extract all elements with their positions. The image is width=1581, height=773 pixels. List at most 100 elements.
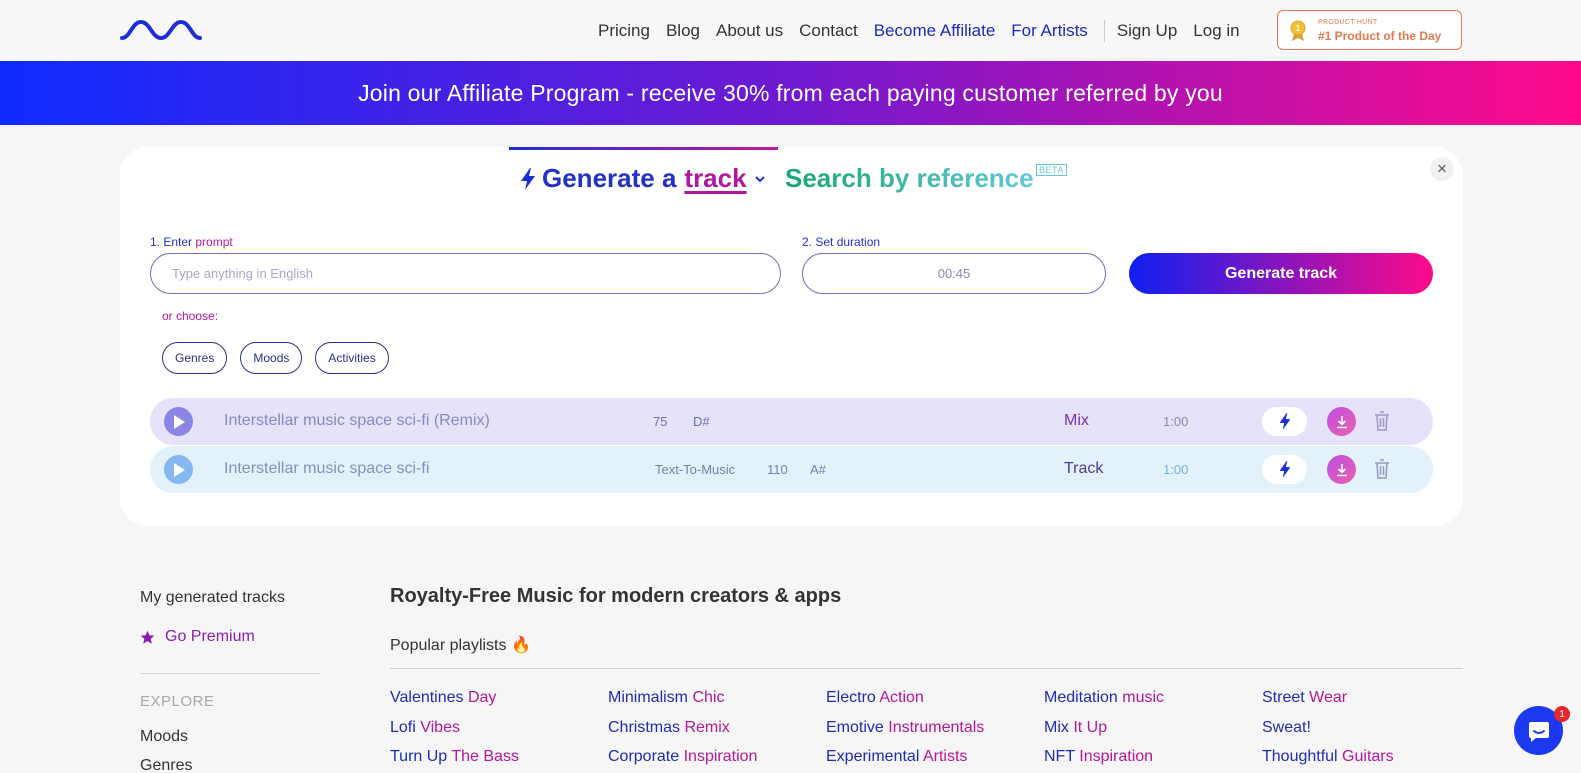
playlist-link[interactable]: Minimalism Chic: [608, 689, 724, 707]
product-hunt-badge[interactable]: 1 PRODUCT HUNT #1 Product of the Day: [1277, 10, 1462, 50]
category-chips: Genres Moods Activities: [162, 342, 402, 374]
playlist-link-primary: Valentines: [390, 689, 464, 706]
go-premium-link[interactable]: Go Premium: [140, 628, 255, 646]
trash-icon[interactable]: [1372, 410, 1392, 432]
playlist-link[interactable]: Christmas Remix: [608, 719, 730, 737]
download-icon: [1336, 415, 1347, 428]
playlist-link-primary: Mix: [1044, 719, 1069, 736]
prompt-label-step: 1. Enter: [150, 235, 193, 249]
playlist-link[interactable]: Sweat!: [1262, 719, 1311, 737]
playlist-link-secondary: Vibes: [415, 719, 460, 736]
track-title: Interstellar music space sci-fi (Remix): [224, 412, 490, 429]
affiliate-banner[interactable]: Join our Affiliate Program - receive 30%…: [0, 61, 1581, 125]
product-hunt-label: PRODUCT HUNT: [1318, 19, 1378, 26]
remix-button[interactable]: [1262, 407, 1307, 436]
nav-for-artists[interactable]: For Artists: [1011, 21, 1088, 41]
playlist-link-primary: Meditation: [1044, 689, 1118, 706]
nav-become-affiliate[interactable]: Become Affiliate: [874, 21, 996, 41]
wave-logo-icon[interactable]: [120, 18, 202, 42]
playlist-link-secondary: Inspiration: [1074, 748, 1154, 765]
active-tab-indicator: [509, 147, 778, 150]
playlist-link-secondary: Day: [463, 689, 497, 706]
sidebar-item-moods[interactable]: Moods: [140, 728, 188, 746]
lightning-icon: [1279, 412, 1290, 431]
chat-notification-badge: 1: [1554, 706, 1570, 722]
lightning-icon: [1279, 460, 1290, 479]
play-icon: [173, 462, 185, 477]
play-icon: [173, 414, 185, 429]
playlist-link-secondary: Inspiration: [679, 748, 758, 765]
prompt-label: 1. Enter prompt: [150, 235, 233, 249]
playlist-link[interactable]: Street Wear: [1262, 689, 1347, 707]
chip-moods[interactable]: Moods: [240, 342, 303, 374]
affiliate-banner-text: Join our Affiliate Program - receive 30%…: [358, 79, 1223, 106]
nav-contact[interactable]: Contact: [799, 21, 858, 41]
playlist-link[interactable]: Meditation music: [1044, 689, 1164, 707]
chip-genres[interactable]: Genres: [162, 342, 228, 374]
download-button[interactable]: [1327, 407, 1356, 436]
playlist-link-primary: Christmas: [608, 719, 681, 736]
close-icon[interactable]: ×: [1430, 157, 1454, 181]
my-generated-tracks-link[interactable]: My generated tracks: [140, 589, 285, 607]
playlist-link[interactable]: Mix It Up: [1044, 719, 1107, 737]
playlist-link-primary: Electro: [826, 689, 876, 706]
go-premium-label: Go Premium: [165, 628, 255, 645]
playlist-link-primary: Thoughtful: [1262, 748, 1338, 765]
duration-input[interactable]: 00:45: [802, 253, 1106, 294]
chip-activities[interactable]: Activities: [315, 342, 389, 374]
play-button[interactable]: [164, 407, 193, 436]
playlist-link[interactable]: NFT Inspiration: [1044, 748, 1153, 766]
track-duration: 1:00: [1163, 414, 1189, 429]
track-source: Text-To-Music: [655, 462, 736, 477]
playlist-link[interactable]: Emotive Instrumentals: [826, 719, 984, 737]
tab-generate-type-selector[interactable]: track: [684, 163, 746, 194]
beta-badge: BETA: [1036, 164, 1067, 176]
playlist-link[interactable]: Electro Action: [826, 689, 924, 707]
download-icon: [1336, 463, 1347, 476]
explore-heading: EXPLORE: [140, 693, 215, 710]
tab-generate-track[interactable]: Generate a track: [519, 163, 766, 194]
playlist-link-primary: Emotive: [826, 719, 884, 736]
sidebar-item-genres[interactable]: Genres: [140, 757, 192, 773]
star-icon: [140, 630, 155, 644]
playlist-link-secondary: Artists: [919, 748, 968, 765]
playlist-link[interactable]: Corporate Inspiration: [608, 748, 757, 766]
playlist-link-primary: Street: [1262, 689, 1305, 706]
sidebar-divider: [140, 673, 320, 674]
trash-icon[interactable]: [1372, 458, 1392, 480]
generate-track-button[interactable]: Generate track: [1129, 253, 1433, 294]
nav-divider: [1103, 20, 1105, 42]
playlist-link-primary: Minimalism: [608, 689, 688, 706]
track-bpm: 75: [653, 414, 668, 429]
download-button[interactable]: [1327, 455, 1356, 484]
log-in-link[interactable]: Log in: [1193, 21, 1239, 41]
playlist-link[interactable]: Experimental Artists: [826, 748, 967, 766]
medal-icon: 1: [1290, 20, 1306, 41]
playlist-link[interactable]: Valentines Day: [390, 689, 496, 707]
playlist-link[interactable]: Thoughtful Guitars: [1262, 748, 1394, 766]
playlist-link[interactable]: Turn Up The Bass: [390, 748, 519, 766]
track-row[interactable]: Interstellar music space sci-fi (Remix) …: [150, 398, 1433, 445]
section-divider: [390, 668, 1463, 669]
sign-up-link[interactable]: Sign Up: [1117, 21, 1177, 41]
svg-text:1: 1: [1296, 24, 1301, 33]
main-nav: Pricing Blog About us Contact Become Aff…: [598, 20, 1256, 42]
track-type: Track: [1064, 460, 1104, 477]
chevron-down-icon[interactable]: [754, 174, 766, 184]
playlist-link-secondary: Remix: [680, 719, 730, 736]
prompt-input[interactable]: [150, 253, 781, 294]
playlist-link[interactable]: Lofi Vibes: [390, 719, 460, 737]
nav-about-us[interactable]: About us: [716, 21, 783, 41]
playlist-link-secondary: Guitars: [1337, 748, 1394, 765]
nav-pricing[interactable]: Pricing: [598, 21, 650, 41]
play-button[interactable]: [164, 455, 193, 484]
playlist-link-secondary: Chic: [688, 689, 725, 706]
track-row[interactable]: Interstellar music space sci-fi Text-To-…: [150, 446, 1433, 493]
playlist-link-secondary: The Bass: [447, 748, 519, 765]
nav-blog[interactable]: Blog: [666, 21, 700, 41]
remix-button[interactable]: [1262, 455, 1307, 484]
playlist-link-primary: Turn Up: [390, 748, 448, 765]
chat-bubble-icon: [1528, 721, 1549, 742]
tab-search-by-reference[interactable]: Search by reference: [785, 163, 1034, 194]
track-key: D#: [693, 414, 710, 429]
